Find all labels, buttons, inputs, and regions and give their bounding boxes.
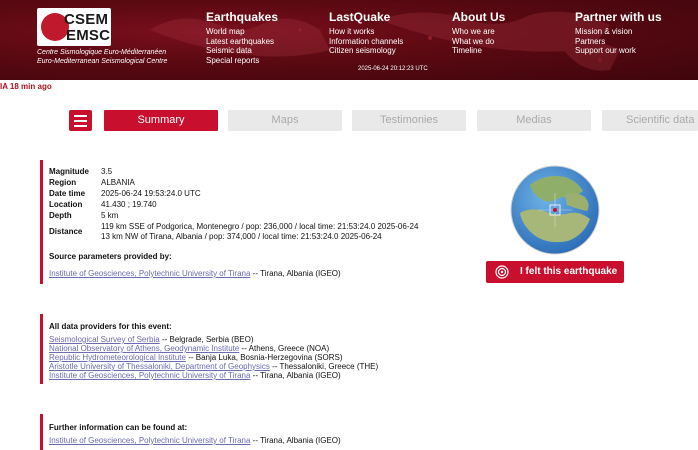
nav-title-about-us[interactable]: About Us — [452, 10, 505, 24]
tab-medias[interactable]: Medias — [477, 110, 591, 131]
provider-line: Aristotle University of Thessaloniki, De… — [49, 362, 379, 371]
nav-item-how-it-works[interactable]: How it works — [329, 27, 403, 37]
label-datetime: Date time — [49, 189, 86, 198]
felt-earthquake-button[interactable]: I felt this earthquake — [486, 261, 624, 283]
site-header: CSEM EMSC Centre Sismologique Euro-Médit… — [0, 0, 698, 80]
further-provider-suffix: -- Tirana, Albania (IGEO) — [250, 436, 341, 445]
label-distance: Distance — [49, 227, 83, 236]
nav-about-us: About Us Who we are What we do Timeline — [452, 10, 505, 56]
nav-item-special-reports[interactable]: Special reports — [206, 56, 278, 66]
nav-item-seismic-data[interactable]: Seismic data — [206, 46, 278, 56]
label-depth: Depth — [49, 211, 72, 220]
label-location: Location — [49, 200, 83, 209]
value-region: ALBANIA — [101, 178, 135, 187]
globe-icon — [510, 165, 600, 255]
subtitle-fr: Centre Sismologique Euro-Méditerranéen — [37, 49, 167, 56]
provider-link-the[interactable]: Aristotle University of Thessaloniki, De… — [49, 362, 270, 371]
nav-lastquake: LastQuake How it works Information chann… — [329, 10, 403, 56]
nav-title-partner[interactable]: Partner with us — [575, 10, 662, 24]
label-region: Region — [49, 178, 77, 187]
provider-link-beo[interactable]: Seismological Survey of Serbia — [49, 335, 160, 344]
value-magnitude: 3.5 — [101, 167, 113, 176]
tab-maps[interactable]: Maps — [228, 110, 342, 131]
menu-bar-icon — [74, 120, 87, 122]
further-title: Further information can be found at: — [49, 423, 188, 432]
value-datetime: 2025-06-24 19:53:24.0 UTC — [101, 189, 201, 198]
nav-item-timeline[interactable]: Timeline — [452, 46, 505, 56]
logo-subtitle: Centre Sismologique Euro-Méditerranéen E… — [37, 48, 167, 66]
nav-item-support[interactable]: Support our work — [575, 46, 662, 56]
provider-line: National Observatory of Athens, Geodynam… — [49, 344, 330, 353]
provider-line: Seismological Survey of Serbia -- Belgra… — [49, 335, 254, 344]
nav-item-information-channels[interactable]: Information channels — [329, 37, 403, 47]
subtitle-en: Euro-Mediterranean Seismological Centre — [37, 58, 168, 65]
nav-item-what-we-do[interactable]: What we do — [452, 37, 505, 47]
nav-item-partners[interactable]: Partners — [575, 37, 662, 47]
nav-title-lastquake[interactable]: LastQuake — [329, 10, 403, 24]
nav-item-world-map[interactable]: World map — [206, 27, 278, 37]
providers-title: All data providers for this event: — [49, 322, 172, 331]
epicenter-globe[interactable] — [510, 165, 600, 255]
provider-link-sors[interactable]: Republic Hydrometeorological Institute — [49, 353, 186, 362]
nav-item-mission-vision[interactable]: Mission & vision — [575, 27, 662, 37]
source-provider-link[interactable]: Institute of Geosciences, Polytechnic Un… — [49, 269, 250, 278]
provider-link-igeo[interactable]: Institute of Geosciences, Polytechnic Un… — [49, 371, 250, 380]
provider-link-noa[interactable]: National Observatory of Athens, Geodynam… — [49, 344, 239, 353]
logo-line2: EMSC — [66, 27, 111, 44]
nav-earthquakes: Earthquakes World map Latest earthquakes… — [206, 10, 278, 65]
menu-bar-icon — [74, 125, 87, 127]
tab-scientific-data[interactable]: Scientific data — [602, 110, 698, 131]
felt-target-icon — [495, 265, 509, 279]
nav-title-earthquakes[interactable]: Earthquakes — [206, 10, 278, 24]
source-provider: Institute of Geosciences, Polytechnic Un… — [49, 269, 341, 278]
further-provider-link[interactable]: Institute of Geosciences, Polytechnic Un… — [49, 436, 250, 445]
csem-emsc-logo[interactable]: CSEM EMSC — [37, 8, 111, 46]
provider-line: Institute of Geosciences, Polytechnic Un… — [49, 371, 341, 380]
utc-clock: 2025-06-24 20:12:23 UTC — [358, 66, 428, 72]
tab-testimonies[interactable]: Testimonies — [352, 110, 466, 131]
event-age-label: IA 18 min ago — [0, 82, 52, 91]
value-location: 41.430 ; 19.740 — [101, 200, 157, 209]
felt-button-label: I felt this earthquake — [520, 266, 618, 277]
nav-item-who-we-are[interactable]: Who we are — [452, 27, 505, 37]
further-provider: Institute of Geosciences, Polytechnic Un… — [49, 436, 341, 445]
source-title: Source parameters provided by: — [49, 252, 172, 261]
nav-item-latest-earthquakes[interactable]: Latest earthquakes — [206, 37, 278, 47]
nav-item-citizen-seismology[interactable]: Citizen seismology — [329, 46, 403, 56]
label-magnitude: Magnitude — [49, 167, 89, 176]
logo-line1: CSEM — [64, 11, 109, 28]
value-depth: 5 km — [101, 211, 119, 220]
nav-partner: Partner with us Mission & vision Partner… — [575, 10, 662, 56]
source-provider-suffix: -- Tirana, Albania (IGEO) — [250, 269, 341, 278]
menu-bar-icon — [74, 115, 87, 117]
provider-line: Republic Hydrometeorological Institute -… — [49, 353, 343, 362]
hamburger-menu-button[interactable] — [69, 110, 92, 131]
tab-summary[interactable]: Summary — [104, 110, 218, 131]
